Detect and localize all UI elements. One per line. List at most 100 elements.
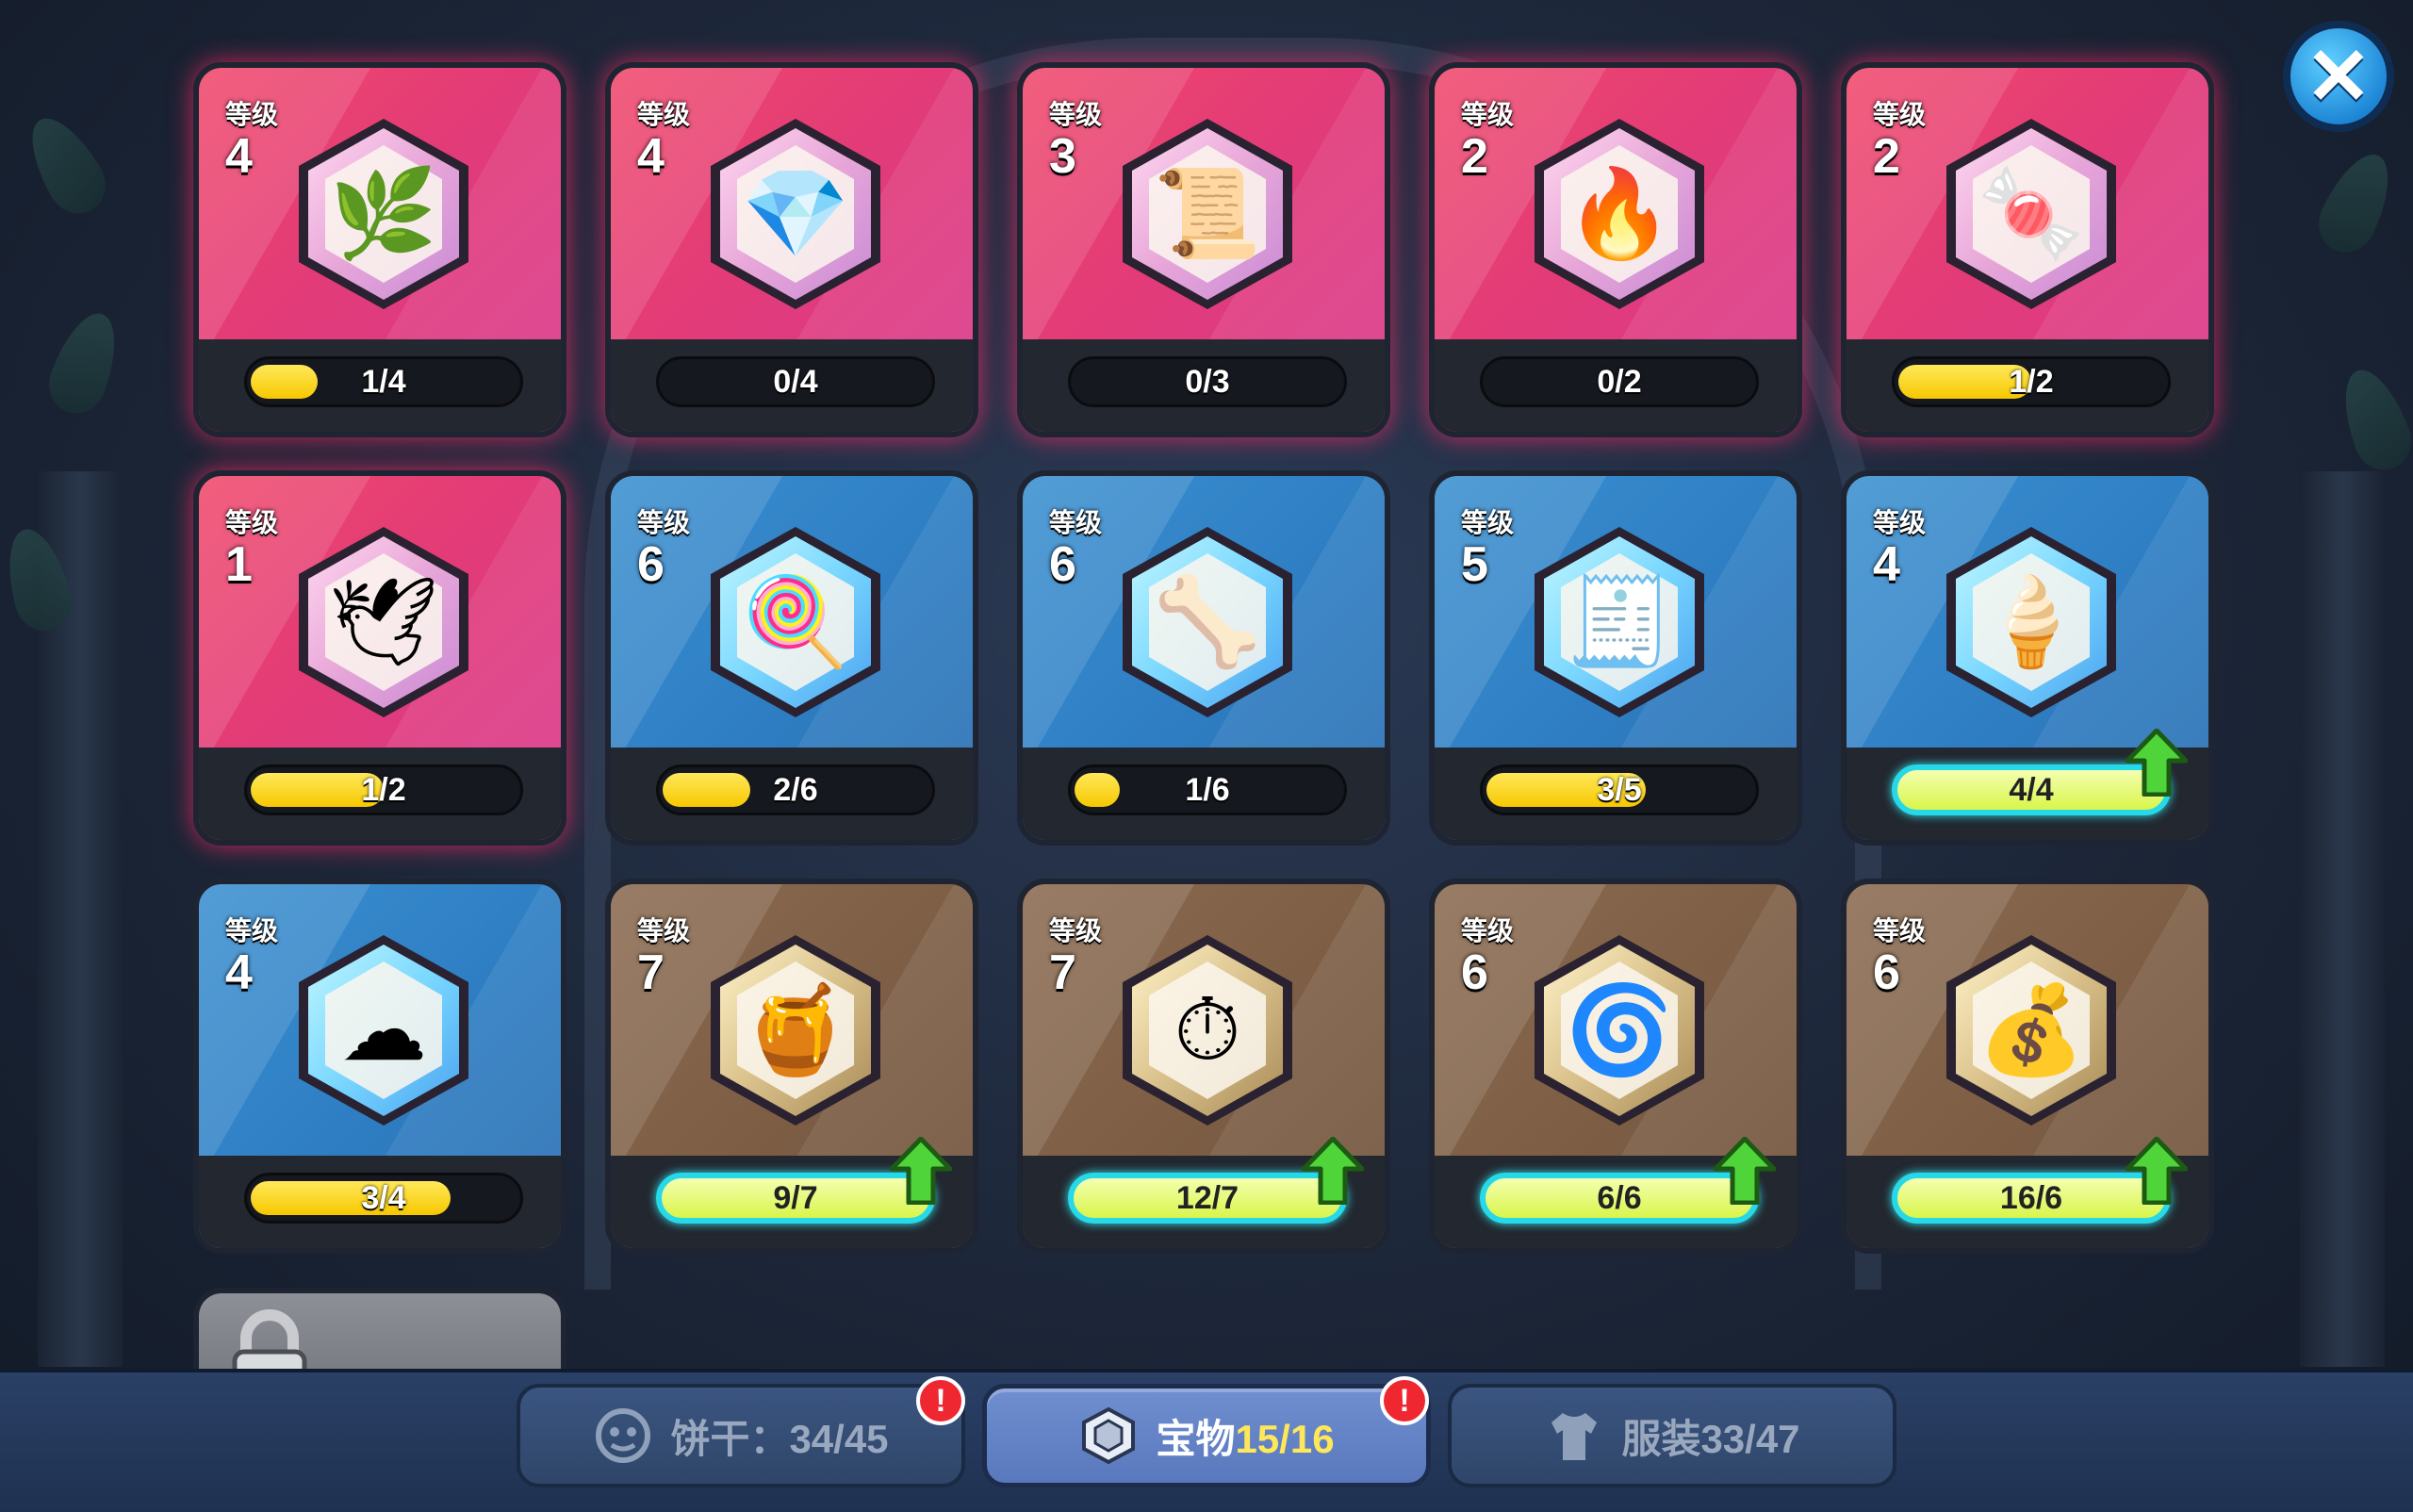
pocket-watch-icon: ⏱ (1115, 929, 1300, 1131)
tab-cookies-label: 饼干：34/45 (670, 1416, 889, 1461)
treasure-card-bone-scythe[interactable]: 等级 6 🦴 1/6 (1017, 470, 1390, 846)
level-label: 等级 (1873, 916, 1927, 945)
tab-cookies[interactable]: 饼干：34/45 (517, 1384, 965, 1487)
cookie-face-icon (593, 1405, 653, 1466)
treasure-card-pink-scroll[interactable]: 等级 5 🧾 3/5 (1429, 470, 1802, 846)
level-label: 等级 (1461, 508, 1515, 537)
slime-pet-icon: 🍬 (1939, 113, 2124, 315)
tab-costumes[interactable]: 服装33/47 (1448, 1384, 1896, 1487)
treasures-alert-badge: ! (1380, 1376, 1429, 1425)
level-label: 等级 (1873, 508, 1927, 537)
treasure-card-white-wing[interactable]: 等级 1 🕊 1/2 (193, 470, 566, 846)
upgrade-arrow-icon[interactable] (890, 1137, 952, 1205)
ice-cream-horn-icon: 🍦 (1939, 521, 2124, 723)
teal-branch-icon: 🌿 (291, 113, 476, 315)
level-label: 等级 (1049, 100, 1103, 129)
level-number: 2 (1461, 129, 1488, 184)
level-label: 等级 (1461, 916, 1515, 945)
bear-candy-icon: 🍭 (703, 521, 888, 723)
level-label: 等级 (1461, 100, 1515, 129)
level-number: 7 (637, 945, 665, 1000)
treasure-card-bear-candy[interactable]: 等级 6 🍭 2/6 (605, 470, 978, 846)
treasure-hexagon-icon (1078, 1405, 1139, 1466)
cookies-alert-badge: ! (916, 1376, 965, 1425)
purple-swirl-icon: 🌀 (1527, 929, 1712, 1131)
background-leaf (2308, 143, 2405, 262)
progress-text: 0/3 (1185, 363, 1230, 400)
tab-treasures[interactable]: 宝物15/16 (982, 1384, 1431, 1487)
treasure-card-purple-swirl[interactable]: 等级 6 🌀 6/6 (1429, 879, 1802, 1254)
white-wing-icon: 🕊 (291, 521, 476, 723)
level-label: 等级 (1049, 508, 1103, 537)
treasure-card-ice-cream-horn[interactable]: 等级 4 🍦 4/4 (1841, 470, 2214, 846)
progress-bar: 0/4 (656, 356, 935, 407)
treasure-card-orange-pot[interactable]: 等级 7 🍯 9/7 (605, 879, 978, 1254)
level-number: 2 (1873, 129, 1900, 184)
level-number: 6 (1461, 945, 1488, 1000)
progress-bar: 2/6 (656, 764, 935, 815)
background-leaf (40, 304, 130, 421)
treasure-card-teal-branch[interactable]: 等级 4 🌿 1/4 (193, 62, 566, 437)
bone-scythe-icon: 🦴 (1115, 521, 1300, 723)
level-number: 4 (637, 129, 665, 184)
progress-text: 3/4 (361, 1179, 406, 1216)
treasure-card-scroll[interactable]: 等级 3 📜 0/3 (1017, 62, 1390, 437)
background-leaf (15, 106, 117, 224)
progress-text: 1/2 (361, 771, 406, 808)
progress-text: 1/6 (1185, 771, 1230, 808)
cotton-candy-icon: ☁ (291, 929, 476, 1131)
progress-text: 0/2 (1597, 363, 1642, 400)
level-label: 等级 (1873, 100, 1927, 129)
treasure-chest-icon: 💰 (1939, 929, 2124, 1131)
orange-pot-icon: 🍯 (703, 929, 888, 1131)
upgrade-arrow-icon[interactable] (1714, 1137, 1776, 1205)
treasure-card-blue-bag[interactable]: 等级 4 💎 0/4 (605, 62, 978, 437)
progress-bar: 1/6 (1068, 764, 1347, 815)
level-label: 等级 (637, 508, 691, 537)
fire-crown-icon: 🔥 (1527, 113, 1712, 315)
level-number: 1 (225, 537, 253, 592)
level-number: 6 (1873, 945, 1900, 1000)
level-label: 等级 (637, 916, 691, 945)
treasure-card-fire-crown[interactable]: 等级 2 🔥 0/2 (1429, 62, 1802, 437)
tab-costumes-label: 服装33/47 (1621, 1416, 1800, 1461)
tab-treasures-count: 15/16 (1235, 1416, 1335, 1461)
progress-bar: 0/3 (1068, 356, 1347, 407)
treasure-card-slime-pet[interactable]: 等级 2 🍬 1/2 (1841, 62, 2214, 437)
treasure-card-cotton-candy[interactable]: 等级 4 ☁ 3/4 (193, 879, 566, 1254)
shirt-icon (1544, 1405, 1604, 1466)
progress-text: 1/4 (361, 363, 406, 400)
background-leaf (2330, 361, 2413, 478)
progress-bar: 3/5 (1480, 764, 1759, 815)
treasure-card-treasure-chest[interactable]: 等级 6 💰 16/6 (1841, 879, 2214, 1254)
background-pillar-right (2300, 471, 2385, 1367)
progress-bar: 1/2 (244, 764, 523, 815)
level-label: 等级 (225, 916, 279, 945)
level-number: 3 (1049, 129, 1076, 184)
progress-bar: 1/2 (1892, 356, 2171, 407)
level-label: 等级 (637, 100, 691, 129)
treasure-card-pocket-watch[interactable]: 等级 7 ⏱ 12/7 (1017, 879, 1390, 1254)
level-label: 等级 (225, 508, 279, 537)
blue-bag-icon: 💎 (703, 113, 888, 315)
upgrade-arrow-icon[interactable] (1302, 1137, 1364, 1205)
upgrade-arrow-icon[interactable] (2126, 1137, 2188, 1205)
progress-bar: 1/4 (244, 356, 523, 407)
level-number: 7 (1049, 945, 1076, 1000)
tab-treasures-label: 宝物15/16 (1156, 1416, 1335, 1461)
upgrade-arrow-icon[interactable] (2126, 729, 2188, 797)
scroll-icon: 📜 (1115, 113, 1300, 315)
progress-text: 3/5 (1597, 771, 1642, 808)
close-button[interactable]: ✕ (2283, 21, 2394, 132)
progress-bar: 0/2 (1480, 356, 1759, 407)
progress-text: 2/6 (773, 771, 818, 808)
progress-bar: 3/4 (244, 1173, 523, 1224)
level-number: 4 (225, 129, 253, 184)
progress-text: 1/2 (2009, 363, 2054, 400)
level-number: 4 (1873, 537, 1900, 592)
level-number: 5 (1461, 537, 1488, 592)
pink-scroll-icon: 🧾 (1527, 521, 1712, 723)
progress-text: 0/4 (773, 363, 818, 400)
level-number: 6 (1049, 537, 1076, 592)
level-label: 等级 (1049, 916, 1103, 945)
